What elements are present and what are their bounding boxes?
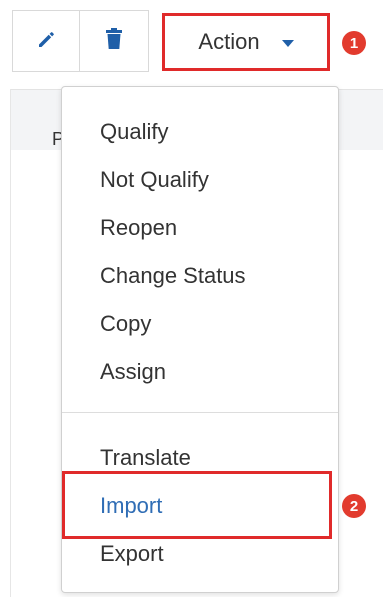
- caret-down-icon: [281, 39, 294, 47]
- delete-button[interactable]: [79, 10, 149, 72]
- trash-icon: [104, 27, 124, 56]
- menu-item-export[interactable]: Export: [100, 540, 164, 568]
- action-label: Action: [198, 29, 260, 54]
- menu-item-translate[interactable]: Translate: [100, 444, 191, 472]
- import-highlight-box: [62, 471, 332, 539]
- pencil-icon: [36, 29, 56, 54]
- menu-item-reopen[interactable]: Reopen: [100, 214, 177, 242]
- menu-item-assign[interactable]: Assign: [100, 358, 166, 386]
- menu-divider: [62, 412, 338, 413]
- page-border: [10, 89, 11, 597]
- edit-button[interactable]: [12, 10, 80, 72]
- menu-item-copy[interactable]: Copy: [100, 310, 151, 338]
- step-badge-1: 1: [342, 31, 366, 55]
- step-badge-2: 2: [342, 494, 366, 518]
- menu-item-change-status[interactable]: Change Status: [100, 262, 246, 290]
- menu-item-not-qualify[interactable]: Not Qualify: [100, 166, 209, 194]
- action-dropdown-button[interactable]: Action: [162, 13, 330, 71]
- menu-item-qualify[interactable]: Qualify: [100, 118, 168, 146]
